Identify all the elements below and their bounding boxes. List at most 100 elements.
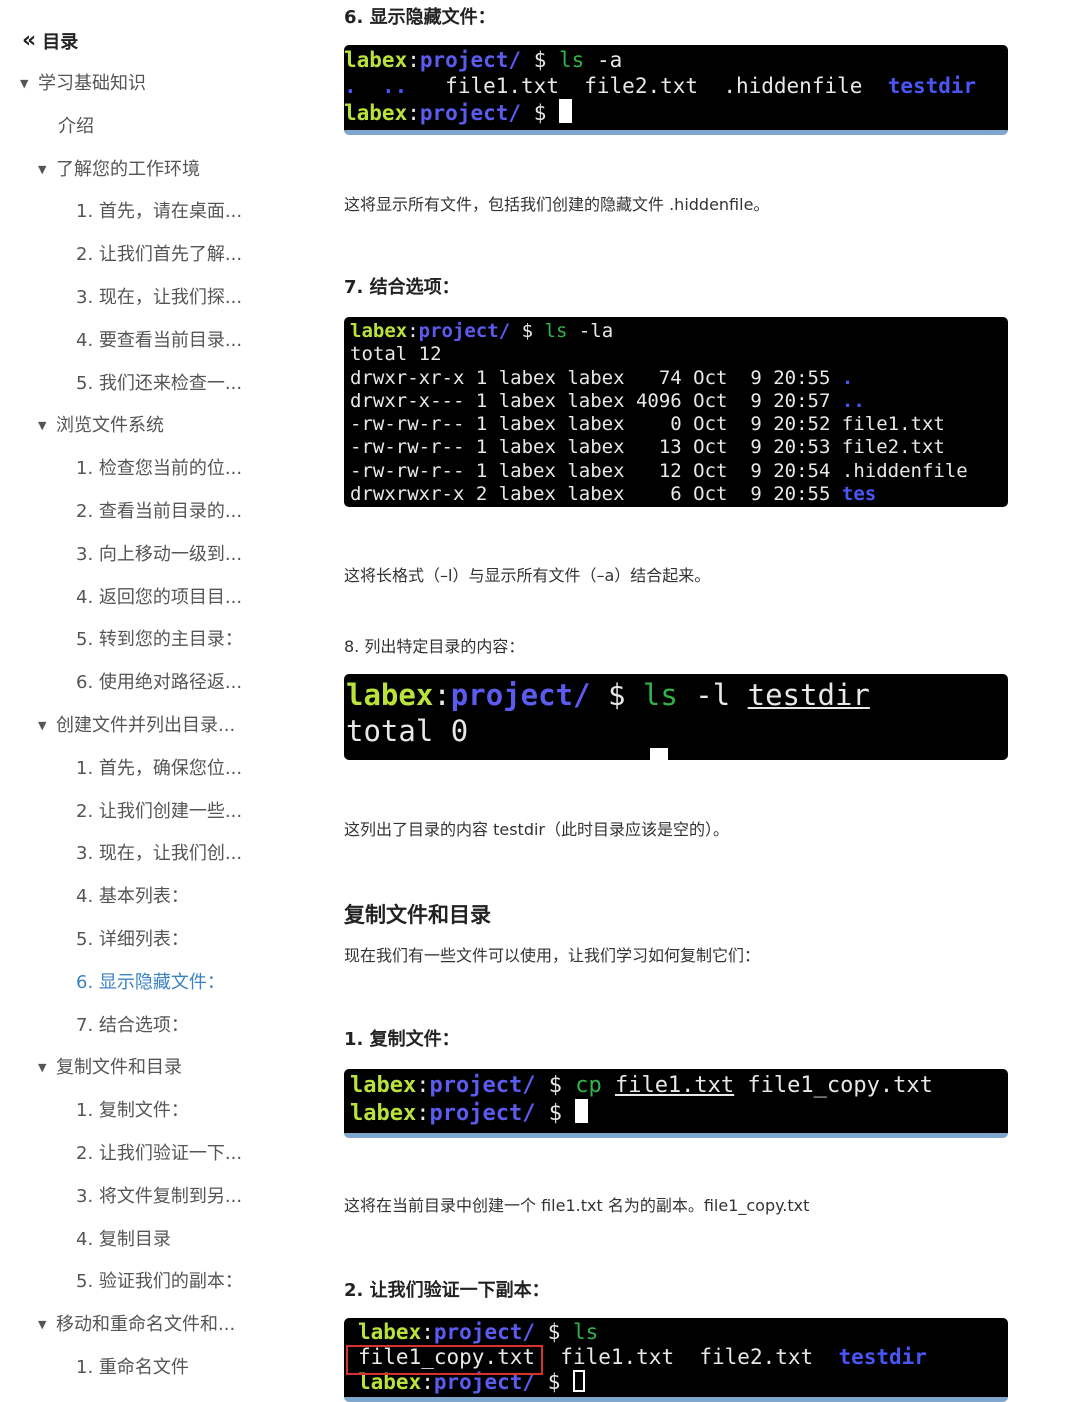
- toc-item[interactable]: ▼ 复制文件和目录: [38, 1055, 182, 1081]
- expand-triangle-icon[interactable]: ▼: [38, 1055, 56, 1081]
- term-path: project/: [429, 1073, 536, 1098]
- term-row: -rw-rw-r-- 1 labex labex 13 Oct 9 20:53 …: [350, 436, 945, 459]
- highlight-box-file1-copy: [346, 1345, 543, 1375]
- term-cmd: ls: [544, 320, 568, 342]
- term-prompt: $: [607, 678, 626, 712]
- toc-item[interactable]: 1. 重命名文件: [76, 1355, 189, 1381]
- step-title-verify-copy: 2. 让我们验证一下副本：: [344, 1280, 550, 1301]
- toc-item[interactable]: 5. 详细列表：: [76, 927, 189, 953]
- toc-title: 目录: [42, 32, 79, 53]
- expand-triangle-icon[interactable]: ▼: [38, 157, 56, 183]
- toc-item[interactable]: ▼ 学习基础知识: [20, 71, 146, 97]
- term-files: file1.txt file2.txt .hiddenfile: [407, 74, 888, 98]
- term-prompt: $: [548, 1101, 562, 1126]
- term-src: file1.txt: [614, 1073, 735, 1098]
- term-row: -rw-rw-r-- 1 labex labex 0 Oct 9 20:52 f…: [350, 413, 945, 436]
- toc-item-label: 6. 使用绝对路径返...: [76, 672, 243, 694]
- terminal-cursor: [650, 748, 668, 760]
- expand-triangle-icon[interactable]: ▼: [20, 71, 38, 97]
- toc-item[interactable]: 3. 向上移动一级到...: [76, 542, 242, 568]
- expand-triangle-icon[interactable]: ▼: [38, 413, 56, 439]
- toc-item[interactable]: 3. 现在，让我们创...: [76, 841, 242, 867]
- term-path: project/: [433, 1320, 536, 1344]
- toc-sidebar: « 目录 ▼ 学习基础知识 介绍 ▼ 了解您的工作环境 1. 首先，请在桌面... 2. 让…: [0, 0, 300, 1402]
- term-row: drwxr-x--- 1 labex labex 4096 Oct 9 20:5…: [350, 389, 842, 412]
- toc-item[interactable]: 1. 复制文件：: [76, 1098, 189, 1124]
- toc-item[interactable]: 3. 将文件复制到另...: [76, 1184, 242, 1210]
- term-path: project/: [429, 1101, 536, 1126]
- expand-triangle-icon[interactable]: ▼: [38, 713, 56, 739]
- term-cmd: ls: [559, 48, 585, 72]
- lesson-content: 6. 显示隐藏文件： labex:project/ $ ls -a . .. f…: [344, 0, 1024, 1402]
- term-prompt: $: [547, 1370, 561, 1394]
- term-prompt: $: [521, 320, 534, 342]
- toc-item-label: 了解您的工作环境: [56, 158, 200, 180]
- step6-description: 这将显示所有文件，包括我们创建的隐藏文件 .hiddenfile。: [344, 195, 770, 214]
- term-cmd: cp: [575, 1073, 602, 1098]
- term-path: project/: [418, 320, 511, 342]
- toc-item[interactable]: 5. 我们还来检查一...: [76, 371, 242, 397]
- term-dir-testdir: testdir: [887, 74, 977, 98]
- toc-item-label: 介绍: [58, 115, 94, 137]
- toc-item[interactable]: 2. 查看当前目录的...: [76, 499, 242, 525]
- term-row: drwxrwxr-x 2 labex labex 6 Oct 9 20:55: [350, 483, 842, 506]
- toc-item-label: 4. 返回您的项目目...: [76, 586, 243, 608]
- toc-item[interactable]: 介绍: [58, 114, 94, 140]
- section-intro-copy: 现在我们有一些文件可以使用，让我们学习如何复制它们：: [344, 946, 761, 965]
- toc-item[interactable]: 2. 让我们创建一些...: [76, 799, 242, 825]
- toc-item[interactable]: 5. 验证我们的副本：: [76, 1269, 243, 1295]
- step7-description: 这将长格式（–l）与显示所有文件（–a）结合起来。: [344, 566, 711, 585]
- toc-item-label: 4. 要查看当前目录...: [76, 329, 243, 351]
- toc-item-label: 移动和重命名文件和...: [56, 1314, 236, 1336]
- toc-item[interactable]: ▼ 了解您的工作环境: [38, 157, 200, 183]
- toc-item-label: 3. 现在，让我们创...: [76, 843, 243, 865]
- term-user: labex: [350, 1073, 417, 1098]
- copy1-description: 这将在当前目录中创建一个 file1.txt 名为的副本。file1_copy.…: [344, 1196, 810, 1215]
- term-user: labex: [344, 48, 408, 72]
- toc-item-label: 1. 首先，请在桌面...: [76, 201, 243, 223]
- toc-item[interactable]: 1. 检查您当前的位...: [76, 456, 242, 482]
- toc-item[interactable]: 6. 显示隐藏文件：: [76, 970, 225, 996]
- toc-item-label: 复制文件和目录: [56, 1057, 182, 1079]
- step8-description: 这列出了目录的内容 testdir（此时目录应该是空的）。: [344, 820, 729, 839]
- term-cmd: ls: [642, 678, 678, 712]
- term-prompt: $: [533, 48, 547, 72]
- term-row-dir: ..: [841, 389, 865, 412]
- term-args: -a: [584, 48, 623, 72]
- toc-item[interactable]: ▼ 移动和重命名文件和...: [38, 1312, 235, 1338]
- term-user: labex: [350, 1101, 417, 1126]
- toc-item-label: 3. 将文件复制到另...: [76, 1185, 243, 1207]
- expand-triangle-icon[interactable]: ▼: [38, 1312, 56, 1338]
- term-total: total 0: [346, 714, 469, 748]
- toc-item-label: 2. 让我们首先了解...: [76, 244, 243, 266]
- term-path: project/: [450, 678, 591, 712]
- toc-item[interactable]: 5. 转到您的主目录：: [76, 627, 243, 653]
- collapse-chevron-icon[interactable]: «: [22, 30, 36, 52]
- toc-item[interactable]: 2. 让我们首先了解...: [76, 242, 242, 268]
- terminal-screenshot-ls-l-testdir: labex:project/ $ ls -l testdir total 0: [344, 674, 1008, 760]
- toc-item[interactable]: 4. 返回您的项目目...: [76, 585, 242, 611]
- toc-item[interactable]: 1. 首先，请在桌面...: [76, 199, 242, 225]
- toc-item-label: 5. 我们还来检查一...: [76, 372, 243, 394]
- toc-item-label: 创建文件并列出目录...: [56, 715, 236, 736]
- term-user: labex: [350, 320, 408, 342]
- toc-item[interactable]: 2. 让我们验证一下...: [76, 1141, 242, 1167]
- toc-item[interactable]: 6. 使用绝对路径返...: [76, 670, 242, 696]
- step-title-copy-file: 1. 复制文件：: [344, 1029, 460, 1050]
- toc-item[interactable]: 4. 要查看当前目录...: [76, 328, 242, 354]
- toc-header[interactable]: « 目录: [22, 28, 78, 54]
- toc-item-label: 3. 向上移动一级到...: [76, 543, 243, 565]
- toc-item[interactable]: 4. 复制目录: [76, 1227, 171, 1253]
- toc-item-label: 5. 转到您的主目录：: [76, 629, 243, 651]
- toc-item-label: 浏览文件系统: [56, 415, 164, 437]
- toc-item[interactable]: ▼ 创建文件并列出目录...: [38, 713, 235, 739]
- section-title-copy: 复制文件和目录: [344, 903, 491, 927]
- step-title-combine-options: 7. 结合选项：: [344, 277, 460, 298]
- toc-item[interactable]: 1. 首先，确保您位...: [76, 756, 242, 782]
- toc-item-label: 2. 让我们创建一些...: [76, 800, 243, 822]
- toc-item-label: 2. 查看当前目录的...: [76, 501, 243, 522]
- toc-item[interactable]: ▼ 浏览文件系统: [38, 413, 164, 439]
- toc-item[interactable]: 3. 现在，让我们探...: [76, 285, 242, 311]
- toc-item[interactable]: 4. 基本列表：: [76, 884, 189, 910]
- toc-item[interactable]: 7. 结合选项：: [76, 1013, 189, 1039]
